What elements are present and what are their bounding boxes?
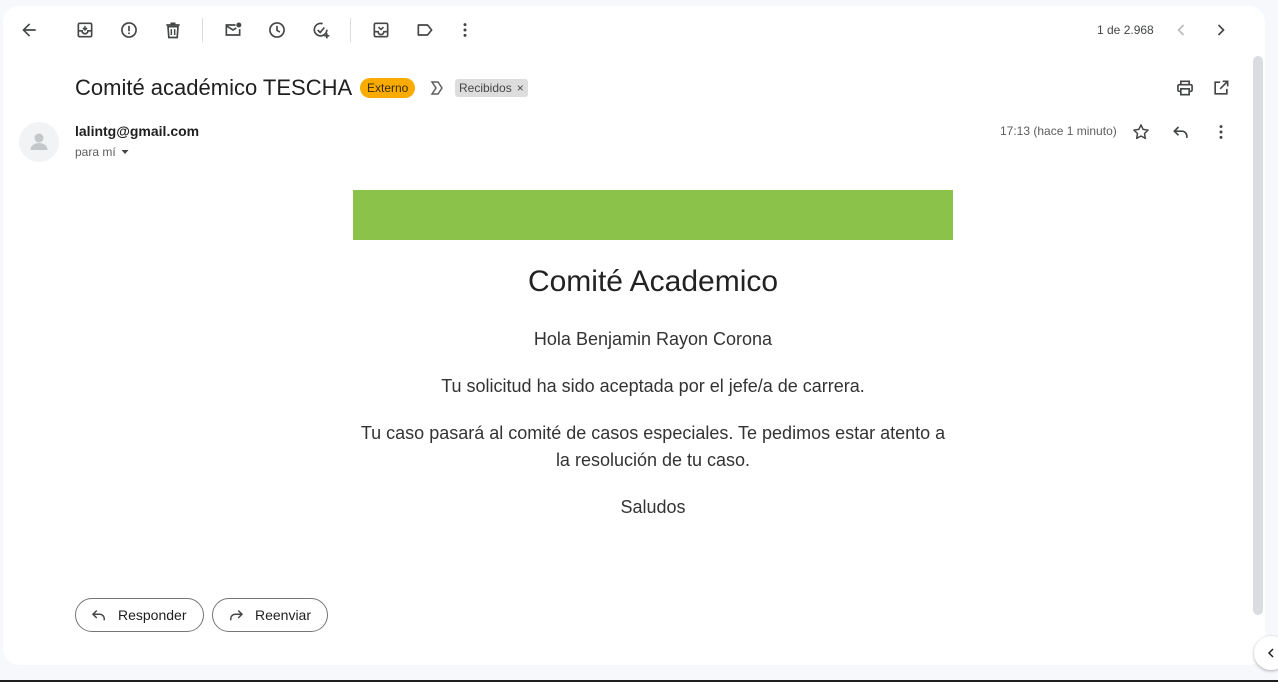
delete-button[interactable] <box>153 10 193 50</box>
star-button[interactable] <box>1121 112 1161 152</box>
caret-down-icon <box>121 150 129 154</box>
reply-icon <box>1173 126 1188 138</box>
forward-icon <box>229 609 244 621</box>
message-line-1: Tu solicitud ha sido aceptada por el jef… <box>441 376 865 396</box>
side-panel-toggle[interactable] <box>1254 636 1278 670</box>
star-icon <box>1133 124 1149 140</box>
archive-button[interactable] <box>65 10 105 50</box>
more-vert-icon <box>1219 125 1223 139</box>
forward-button[interactable]: Reenviar <box>212 598 328 632</box>
print-icon <box>1177 80 1193 96</box>
label-chip-text: Recibidos <box>459 81 512 95</box>
older-button[interactable] <box>1201 10 1241 50</box>
move-to-icon <box>373 22 389 38</box>
message-heading: Comité Academico <box>527 265 779 298</box>
message-greeting: Hola Benjamin Rayon Corona <box>533 329 773 349</box>
mark-unread-button[interactable] <box>213 10 253 50</box>
snooze-button[interactable] <box>257 10 297 50</box>
reply-icon <box>91 609 105 621</box>
importance-marker-icon[interactable] <box>429 79 445 97</box>
scrollbar[interactable] <box>1253 56 1263 615</box>
report-spam-button[interactable] <box>109 10 149 50</box>
snooze-icon <box>269 22 285 38</box>
delete-icon <box>166 22 180 39</box>
recipient-label: para mí <box>75 145 116 159</box>
chevron-left-icon <box>1267 648 1274 658</box>
labels-button[interactable] <box>405 10 445 50</box>
email-timestamp: 17:13 (hace 1 minuto) <box>1000 124 1117 138</box>
header-banner <box>353 190 953 240</box>
label-chip-inbox: Recibidos × <box>455 79 528 97</box>
arrow-back-icon <box>22 23 36 37</box>
open-in-new-icon <box>1214 80 1229 95</box>
message-line-2: Tu caso pasará al comité de casos especi… <box>360 423 946 470</box>
add-task-button[interactable] <box>301 10 341 50</box>
reply-label: Responder <box>118 607 187 623</box>
report-spam-icon <box>121 22 137 38</box>
move-to-button[interactable] <box>361 10 401 50</box>
forward-label: Reenviar <box>254 607 311 623</box>
external-badge: Externo <box>360 78 416 98</box>
message-more-button[interactable] <box>1201 112 1241 152</box>
email-subject: Comité académico TESCHA <box>75 75 353 100</box>
reply-button[interactable]: Responder <box>75 598 204 632</box>
message-closing: Saludos <box>620 497 686 517</box>
person-icon <box>30 133 48 150</box>
add-task-icon <box>313 22 330 39</box>
label-icon <box>417 24 433 36</box>
more-vert-icon <box>463 23 467 37</box>
back-button[interactable] <box>9 10 49 50</box>
message-body: Comité Academico Hola Benjamin Rayon Cor… <box>353 258 953 521</box>
archive-icon <box>77 22 93 38</box>
chevron-right-icon <box>1217 24 1225 36</box>
chevron-left-icon <box>1177 24 1185 36</box>
reply-icon-button[interactable] <box>1161 112 1201 152</box>
email-view: 1 de 2.968 Comité académico TESCHA Exter… <box>3 6 1265 665</box>
sender-email[interactable]: lalintg@gmail.com <box>75 123 199 139</box>
recipient-details[interactable]: para mí <box>75 145 130 159</box>
avatar[interactable] <box>19 122 59 162</box>
open-in-new-window-button[interactable] <box>1201 68 1241 108</box>
print-button[interactable] <box>1165 68 1205 108</box>
more-options-button[interactable] <box>445 10 485 50</box>
remove-label-icon[interactable]: × <box>517 79 524 97</box>
toolbar-divider <box>350 18 351 42</box>
pagination-count: 1 de 2.968 <box>1097 23 1154 37</box>
mark-unread-icon <box>225 22 242 36</box>
toolbar-divider <box>202 18 203 42</box>
newer-button[interactable] <box>1161 10 1201 50</box>
